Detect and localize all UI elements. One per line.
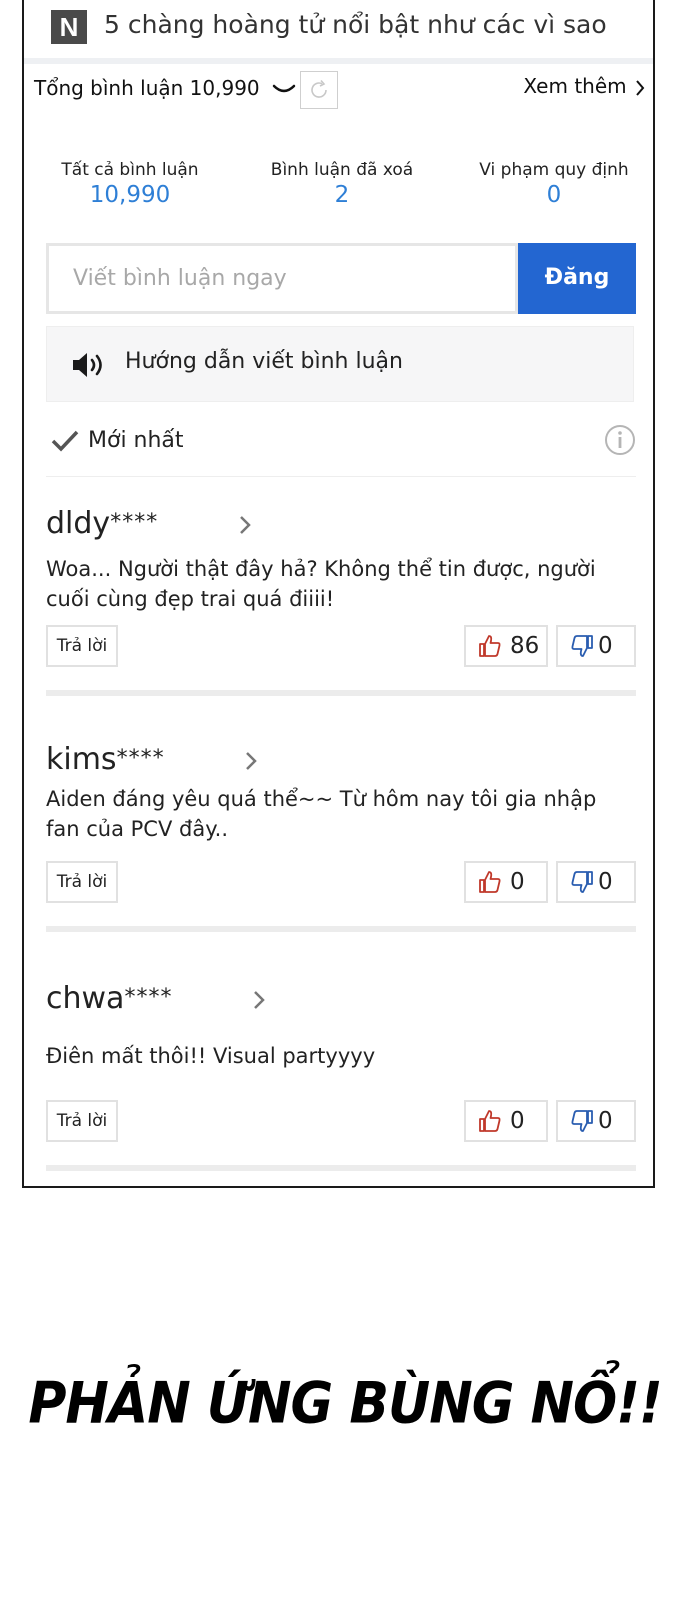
thumbs-up-icon	[479, 1110, 501, 1132]
comment-divider	[46, 926, 636, 932]
chevron-right-icon	[636, 79, 645, 96]
comment-text: Woa... Người thật đây hả? Không thể tin …	[46, 557, 596, 611]
like-button[interactable]: 86	[464, 625, 548, 667]
comment-text: Điên mất thôi!! Visual partyyyy	[46, 1044, 376, 1068]
thumbs-down-icon	[571, 1110, 593, 1132]
speaker-icon	[73, 353, 102, 377]
username-text: dldy	[46, 506, 111, 541]
refresh-button[interactable]	[300, 71, 338, 109]
username-mask: ****	[110, 510, 159, 535]
comment-guide-link[interactable]: Hướng dẫn viết bình luận	[46, 326, 634, 402]
stat-value: 0	[546, 182, 562, 208]
reply-button[interactable]: Trả lời	[46, 861, 118, 903]
stat-label: Tất cả bình luận	[61, 160, 199, 180]
comment-text: Aiden đáng yêu quá thể~~ Từ hôm nay tôi …	[46, 787, 597, 841]
reply-button[interactable]: Trả lời	[46, 1100, 118, 1142]
stat-value: 2	[334, 182, 350, 208]
post-button[interactable]: Đăng	[518, 243, 636, 314]
like-count: 0	[510, 1108, 525, 1134]
dislike-button[interactable]: 0	[556, 625, 636, 667]
header: N 5 chàng hoàng tử nổi bật như các vì sa…	[24, 0, 653, 56]
chevron-right-icon[interactable]	[238, 514, 252, 536]
like-button[interactable]: 0	[464, 861, 548, 903]
thumbs-up-icon	[479, 635, 501, 657]
total-comments-dropdown[interactable]: Tổng bình luận 10,990	[34, 76, 296, 100]
comment-panel: N 5 chàng hoàng tử nổi bật như các vì sa…	[22, 0, 655, 1188]
thumbs-down-icon	[571, 635, 593, 657]
see-more-link[interactable]: Xem thêm	[523, 74, 645, 98]
toolbar: Tổng bình luận 10,990 Xem thêm	[24, 64, 653, 114]
chevron-right-icon[interactable]	[244, 750, 258, 772]
stat-deleted-comments[interactable]: Bình luận đã xoá 2	[242, 160, 442, 208]
see-more-label: Xem thêm	[523, 74, 627, 98]
stat-label: Bình luận đã xoá	[270, 160, 414, 180]
dislike-count: 0	[598, 869, 613, 895]
stat-value: 10,990	[89, 182, 171, 208]
thumbs-up-icon	[479, 871, 501, 893]
dislike-button[interactable]: 0	[556, 1100, 636, 1142]
sort-latest-option[interactable]: Mới nhất	[88, 428, 184, 453]
dislike-count: 0	[598, 633, 613, 659]
stat-rule-violations[interactable]: Vi phạm quy định 0	[454, 160, 654, 208]
comment-username[interactable]: kims****	[46, 742, 165, 777]
comment-divider	[46, 690, 636, 696]
caption-text: PHẢN ỨNG BÙNG NỔ!!	[28, 1371, 662, 1437]
username-mask: ****	[116, 746, 165, 771]
stat-label: Vi phạm quy định	[479, 160, 629, 180]
comment-username[interactable]: dldy****	[46, 506, 158, 541]
write-comment-box: Viết bình luận ngay Đăng	[46, 243, 636, 314]
stat-all-comments[interactable]: Tất cả bình luận 10,990	[30, 160, 230, 208]
article-title[interactable]: 5 chàng hoàng tử nổi bật như các vì sao	[104, 10, 607, 39]
username-text: kims	[46, 742, 117, 777]
like-button[interactable]: 0	[464, 1100, 548, 1142]
chevron-right-icon[interactable]	[252, 989, 266, 1011]
sort-bar: Mới nhất	[46, 420, 636, 477]
comment-username[interactable]: chwa****	[46, 981, 172, 1016]
like-count: 86	[510, 633, 540, 659]
like-count: 0	[510, 869, 525, 895]
info-icon[interactable]	[604, 424, 636, 456]
total-comments-label: Tổng bình luận 10,990	[34, 76, 260, 100]
dislike-count: 0	[598, 1108, 613, 1134]
check-icon	[51, 430, 79, 452]
reply-button[interactable]: Trả lời	[46, 625, 118, 667]
comment-input[interactable]: Viết bình luận ngay	[46, 243, 518, 314]
guide-label: Hướng dẫn viết bình luận	[125, 349, 403, 374]
comment-divider	[46, 1165, 636, 1171]
refresh-icon	[311, 79, 327, 98]
username-text: chwa	[46, 981, 125, 1016]
chevron-down-icon	[272, 84, 296, 92]
thumbs-down-icon	[571, 871, 593, 893]
username-mask: ****	[124, 985, 173, 1010]
dislike-button[interactable]: 0	[556, 861, 636, 903]
n-logo-icon: N	[51, 10, 87, 44]
comment-stats: Tất cả bình luận 10,990 Bình luận đã xoá…	[24, 160, 653, 220]
